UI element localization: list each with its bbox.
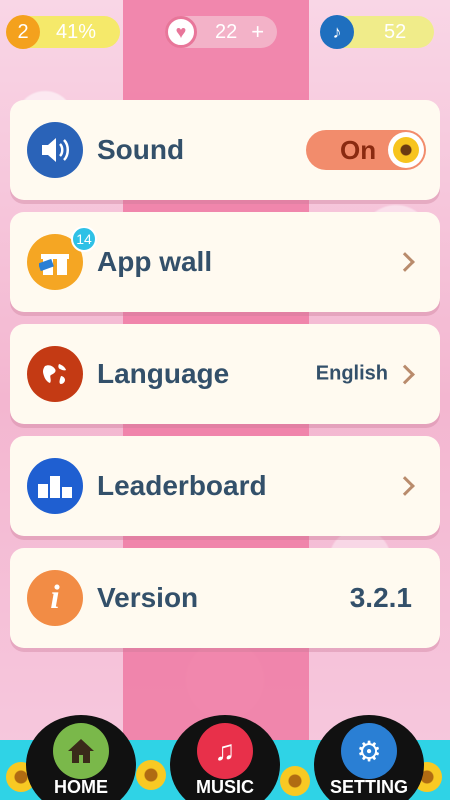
nav-home-button[interactable]: HOME [26, 715, 136, 800]
sunflower-knob-icon [388, 132, 424, 168]
app-wall-chevron [395, 252, 415, 272]
nav-setting-button[interactable]: ⚙ SETTING [314, 715, 424, 800]
nav-music-label: MUSIC [196, 777, 254, 797]
nav-setting-label: SETTING [329, 777, 408, 797]
app-wall-card[interactable]: 14 App wall [10, 212, 440, 312]
language-value: English [315, 362, 388, 385]
music-note-icon: ♫ [197, 723, 253, 779]
sound-toggle-text: On [340, 134, 377, 165]
language-value-group: English [315, 362, 415, 386]
chevron-right-icon [395, 476, 415, 496]
hearts-pill[interactable]: ♥ 22 + [165, 16, 277, 48]
level-badge: 2 [6, 15, 40, 49]
gear-icon: ⚙ [341, 723, 397, 779]
heart-icon: ♥ [165, 16, 197, 48]
speaker-icon [27, 122, 83, 178]
sound-setting-card: Sound On [10, 100, 440, 200]
level-progress-pill: 2 41% [6, 15, 120, 49]
gift-ad-icon: 14 [27, 226, 97, 290]
house-icon [53, 723, 109, 779]
leaderboard-chevron [395, 476, 415, 496]
version-card: i Version 3.2.1 [10, 548, 440, 648]
level-progress-text: 41% [56, 20, 97, 43]
hearts-count: 22 [215, 20, 238, 43]
sunflower-decoration-icon [280, 766, 310, 796]
sound-label: Sound [97, 134, 185, 165]
app-wall-label: App wall [97, 246, 213, 277]
nav-home-label: HOME [54, 777, 108, 797]
chevron-right-icon [395, 364, 415, 384]
app-wall-badge: 14 [71, 226, 97, 252]
info-icon: i [27, 570, 83, 626]
notes-pill: ♪ 52 [320, 15, 434, 49]
version-value: 3.2.1 [349, 582, 412, 613]
sound-toggle[interactable]: On [306, 130, 426, 170]
sunflower-decoration-icon [136, 760, 166, 790]
add-hearts-button[interactable]: + [251, 19, 264, 45]
podium-icon [27, 458, 83, 514]
leaderboard-label: Leaderboard [97, 470, 267, 501]
language-card[interactable]: Language English [10, 324, 440, 424]
version-value-group: 3.2.1 [350, 582, 412, 614]
notes-count: 52 [384, 20, 407, 43]
music-note-icon: ♪ [320, 15, 354, 49]
leaderboard-card[interactable]: Leaderboard [10, 436, 440, 536]
top-status-bar: 2 41% ♥ 22 + ♪ 52 [0, 0, 450, 64]
version-label: Version [97, 582, 199, 613]
chevron-right-icon [395, 252, 415, 272]
language-label: Language [97, 358, 230, 389]
globe-icon [27, 346, 83, 402]
